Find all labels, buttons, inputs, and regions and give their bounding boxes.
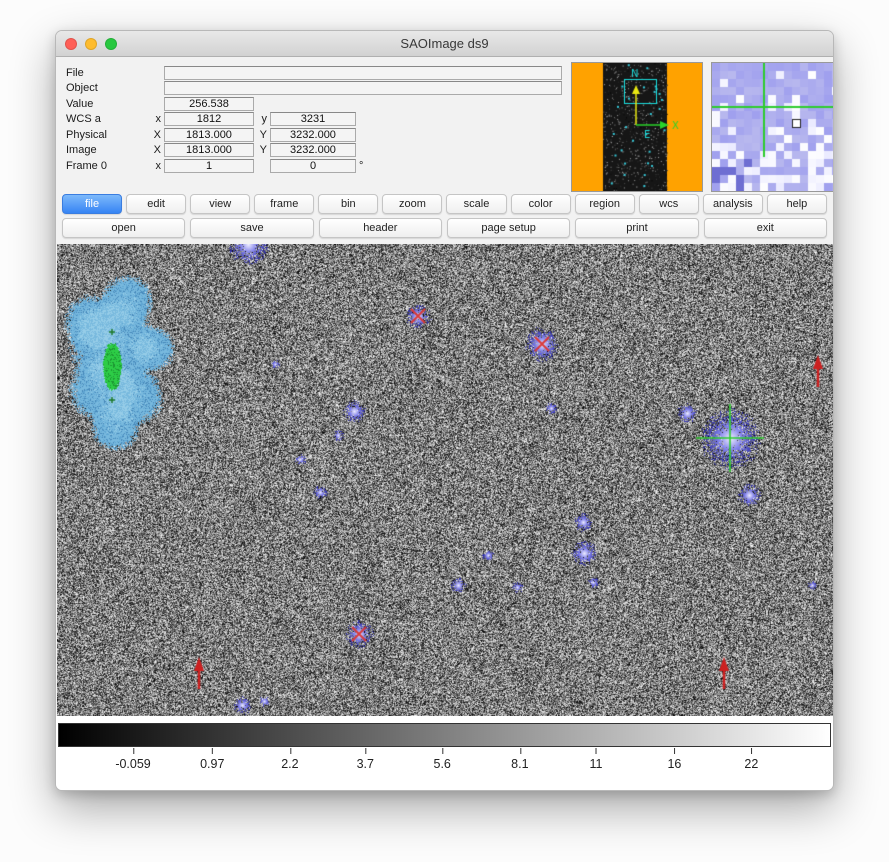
menu-file[interactable]: file: [62, 194, 122, 214]
object-field[interactable]: [164, 81, 562, 95]
menu-analysis[interactable]: analysis: [703, 194, 763, 214]
wcs-y-label: y: [254, 113, 267, 125]
menu-frame[interactable]: frame: [254, 194, 314, 214]
fullscreen-button[interactable]: [105, 38, 117, 50]
toolbar-save[interactable]: save: [190, 218, 313, 238]
object-row: Object: [66, 81, 563, 97]
ds9-window: SAOImage ds9 File Object Value 256.538: [55, 30, 834, 791]
image-x-label: X: [148, 144, 161, 156]
colorbar-tick-label: 22: [744, 757, 758, 771]
physical-row: Physical X 1813.000 Y 3232.000: [66, 127, 563, 143]
image-row: Image X 1813.000 Y 3232.000: [66, 143, 563, 159]
value-row: Value 256.538: [66, 96, 563, 112]
value-field[interactable]: 256.538: [164, 97, 254, 111]
colorbar-tick-label: 0.97: [200, 757, 224, 771]
wcs-x-field[interactable]: 1812: [164, 112, 254, 126]
info-panel: File Object Value 256.538 WCS a x: [66, 62, 563, 192]
colorbar-tick-label: 2.2: [281, 757, 298, 771]
window-title: SAOImage ds9: [400, 36, 488, 51]
menu-wcs[interactable]: wcs: [639, 194, 699, 214]
image-y-field[interactable]: 3232.000: [270, 143, 356, 157]
image-y-label: Y: [254, 144, 267, 156]
physical-label: Physical: [66, 129, 148, 141]
file-row: File: [66, 65, 563, 81]
file-field[interactable]: [164, 66, 562, 80]
magnifier-canvas: [712, 63, 834, 191]
toolbar-print[interactable]: print: [575, 218, 698, 238]
menu-help[interactable]: help: [767, 194, 827, 214]
frame-row: Frame 0 x 1 0 °: [66, 158, 563, 174]
frame-zoom-label: x: [148, 160, 161, 172]
info-and-views-panel: File Object Value 256.538 WCS a x: [56, 57, 833, 192]
colorbar-tick-label: 5.6: [433, 757, 450, 771]
value-label: Value: [66, 98, 148, 110]
image-label: Image: [66, 144, 148, 156]
colorbar-tick-label: 11: [589, 757, 602, 771]
wcs-label: WCS a: [66, 113, 148, 125]
colorbar-tick-label: -0.059: [115, 757, 150, 771]
colorbar-section: -0.059 0.97 2.2 3.7 5.6 8.1 11 16 22: [56, 716, 833, 791]
panner-canvas[interactable]: [572, 63, 702, 191]
frame-zoom-field[interactable]: 1: [164, 159, 254, 173]
magnifier: [711, 62, 834, 192]
image-view: [57, 244, 832, 716]
menu-scale[interactable]: scale: [446, 194, 506, 214]
colorbar-ticks: -0.059 0.97 2.2 3.7 5.6 8.1 11 16 22: [60, 747, 829, 779]
menu-bar: file edit view frame bin zoom scale colo…: [62, 194, 827, 214]
physical-x-field[interactable]: 1813.000: [164, 128, 254, 142]
menu-bin[interactable]: bin: [318, 194, 378, 214]
panner[interactable]: [571, 62, 703, 192]
menu-color[interactable]: color: [511, 194, 571, 214]
degree-symbol: °: [359, 160, 363, 172]
toolbar-header[interactable]: header: [319, 218, 442, 238]
physical-x-label: X: [148, 129, 161, 141]
menu-region[interactable]: region: [575, 194, 635, 214]
wcs-x-label: x: [148, 113, 161, 125]
file-label: File: [66, 67, 148, 79]
traffic-lights: [65, 38, 117, 50]
minimize-button[interactable]: [85, 38, 97, 50]
colorbar-tick-label: 16: [667, 757, 681, 771]
colorbar-tick-label: 8.1: [511, 757, 528, 771]
toolbar-exit[interactable]: exit: [704, 218, 827, 238]
menu-zoom[interactable]: zoom: [382, 194, 442, 214]
titlebar[interactable]: SAOImage ds9: [56, 31, 833, 57]
close-button[interactable]: [65, 38, 77, 50]
menu-view[interactable]: view: [190, 194, 250, 214]
toolbar-open[interactable]: open: [62, 218, 185, 238]
image-canvas[interactable]: [57, 244, 834, 716]
desktop: SAOImage ds9 File Object Value 256.538: [0, 0, 889, 862]
frame-rotation-field[interactable]: 0: [270, 159, 356, 173]
physical-y-label: Y: [254, 129, 267, 141]
menu-edit[interactable]: edit: [126, 194, 186, 214]
physical-y-field[interactable]: 3232.000: [270, 128, 356, 142]
colorbar-tick-label: 3.7: [357, 757, 374, 771]
toolbar-page-setup[interactable]: page setup: [447, 218, 570, 238]
frame-label: Frame 0: [66, 160, 148, 172]
colorbar[interactable]: [58, 723, 831, 747]
file-toolbar: open save header page setup print exit: [62, 218, 827, 238]
wcs-y-field[interactable]: 3231: [270, 112, 356, 126]
object-label: Object: [66, 82, 148, 94]
image-x-field[interactable]: 1813.000: [164, 143, 254, 157]
wcs-row: WCS a x 1812 y 3231: [66, 112, 563, 128]
